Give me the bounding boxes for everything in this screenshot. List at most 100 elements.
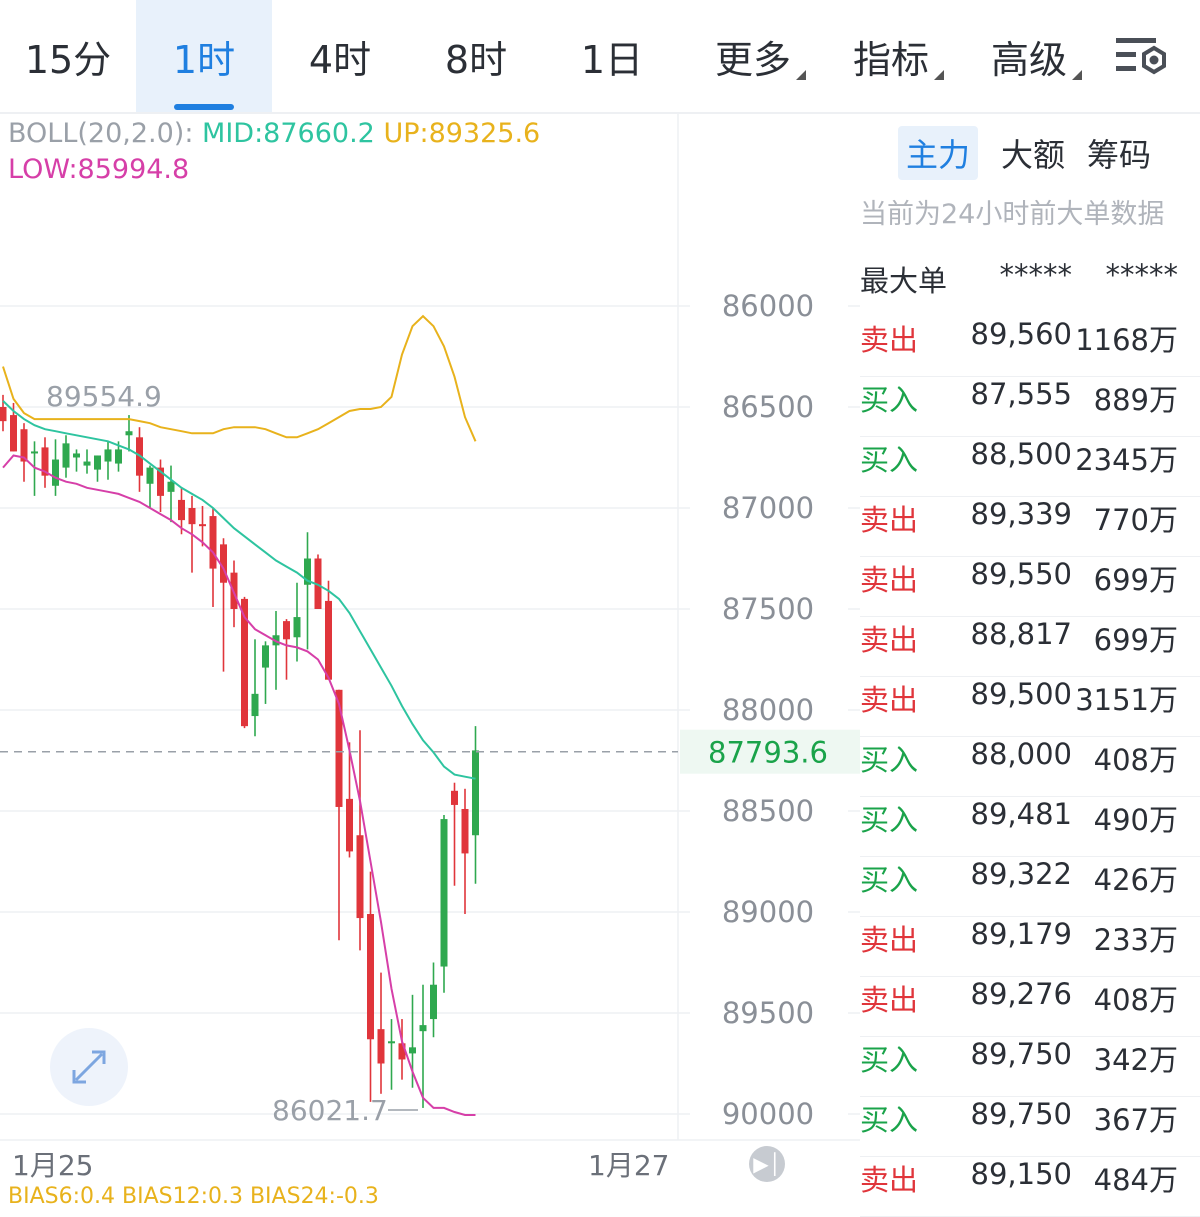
order-side: 买入 [860,1103,919,1137]
order-row: 卖出 89,339 770万 [860,497,1200,557]
candle-body [10,415,17,452]
order-row: 买入 89,750 342万 [860,1037,1200,1097]
candle-body [167,481,175,492]
order-row: 买入 88,000 408万 [860,737,1200,797]
tab-15m[interactable]: 15分 [0,0,136,112]
candle-body [293,617,301,638]
tab-1h-label: 1时 [172,37,236,82]
boll-mid-line [2,400,476,780]
order-amount: 2345万 [1075,443,1178,477]
order-side: 卖出 [860,983,919,1017]
price-tick-label: 87000 [722,491,814,525]
candle-body [178,499,185,521]
boll-legend: BOLL(20,2.0): MID:87660.2 UP:89325.6 LOW… [8,116,540,188]
tab-8h[interactable]: 8时 [408,0,544,112]
tab-4h[interactable]: 4时 [272,0,408,112]
expand-chart-button[interactable] [50,1028,128,1106]
order-amount: 770万 [1093,503,1178,537]
dropdown-triangle-icon [1072,70,1082,80]
subtab-large-amount-label: 大额 [1000,136,1065,174]
expand-arrows-icon [72,1050,106,1084]
subtab-large-amount[interactable]: 大额 [994,126,1072,180]
order-amount: 889万 [1093,383,1178,417]
order-price: 89,481 [970,797,1072,831]
order-row: 买入 88,500 2345万 [860,437,1200,497]
tab-indicators[interactable]: 指标 [828,0,954,112]
high-annotation: 89554.9 [46,380,162,413]
order-row: 卖出 89,500 3151万 [860,677,1200,737]
header-amount-masked: ***** [1105,258,1179,292]
candle-body [367,914,374,1040]
price-tick-label: 88500 [722,794,814,828]
order-side: 卖出 [860,683,919,717]
tab-1d[interactable]: 1日 [544,0,680,112]
order-side: 卖出 [860,323,919,357]
tab-4h-label: 4时 [308,37,372,82]
candle-body [73,453,80,458]
boll-up-value: UP:89325.6 [383,118,541,149]
tab-1h[interactable]: 1时 [136,0,272,112]
order-price: 87,555 [970,377,1072,411]
candle-body [62,443,70,468]
candle-body [0,407,7,422]
tab-15m-label: 15分 [24,37,112,82]
panel-header-row: 最大单 ***** ***** [860,256,1200,316]
price-tick-label: 87500 [722,592,814,626]
order-row: 买入 89,750 367万 [860,1097,1200,1157]
order-price: 89,560 [970,317,1072,351]
order-price: 89,339 [970,497,1072,531]
current-price-label: 87793.6 [708,736,828,770]
order-row: 买入 89,481 490万 [860,797,1200,857]
price-tick-label: 89500 [722,996,814,1030]
candle-body [461,808,469,854]
order-price: 88,817 [970,617,1072,651]
tab-1d-label: 1日 [580,37,644,82]
order-side: 卖出 [860,923,919,957]
tab-more[interactable]: 更多 [690,0,816,112]
candle-body [115,449,122,464]
candle-body [283,621,290,640]
subtab-chips[interactable]: 筹码 [1080,126,1158,180]
dropdown-triangle-icon [934,70,944,80]
candle-body [146,467,154,484]
subtab-main-force[interactable]: 主力 [898,126,978,180]
date-label-end: 1月27 [588,1149,670,1182]
subtab-main-force-label: 主力 [905,136,970,174]
tab-advanced[interactable]: 高级 [966,0,1092,112]
order-row: 买入 89,322 426万 [860,857,1200,917]
candle-body [356,835,364,919]
candle-body [451,790,458,805]
order-row: 卖出 89,276 408万 [860,977,1200,1037]
candle-body [83,461,91,466]
tab-indicators-label: 指标 [852,37,929,82]
order-price: 89,750 [970,1097,1072,1131]
candle-body [94,455,101,470]
skip-next-icon[interactable]: ▶│ [749,1146,785,1182]
order-amount: 342万 [1093,1043,1178,1077]
candlestick-chart[interactable]: 90000 89500 89000 88500 88000 87500 87000 86500… [0,114,860,1193]
chart-settings-icon[interactable] [1112,30,1172,86]
order-side: 卖出 [860,623,919,657]
bias-legend: BIAS6:0.4 BIAS12:0.3 BIAS24:-0.3 [8,1184,379,1209]
order-price: 89,500 [970,677,1072,711]
order-amount: 426万 [1093,863,1178,897]
candle-body [104,449,112,462]
order-side: 买入 [860,863,919,897]
order-price: 89,550 [970,557,1072,591]
candle-body [31,451,38,454]
order-amount: 699万 [1093,623,1178,657]
candle-body [419,1025,427,1032]
order-price: 89,276 [970,977,1072,1011]
price-tick-label: 88000 [722,693,814,727]
candle-body [199,524,206,527]
candle-body [325,600,332,680]
order-row: 卖出 89,179 233万 [860,917,1200,977]
candle-body [251,693,259,717]
order-side: 买入 [860,383,919,417]
candle-body [409,1047,416,1054]
header-max-order-label: 最大单 [860,264,948,298]
order-amount: 3151万 [1075,683,1178,717]
order-row: 卖出 89,560 1168万 [860,317,1200,377]
order-side: 卖出 [860,563,919,597]
tab-advanced-label: 高级 [990,37,1067,82]
